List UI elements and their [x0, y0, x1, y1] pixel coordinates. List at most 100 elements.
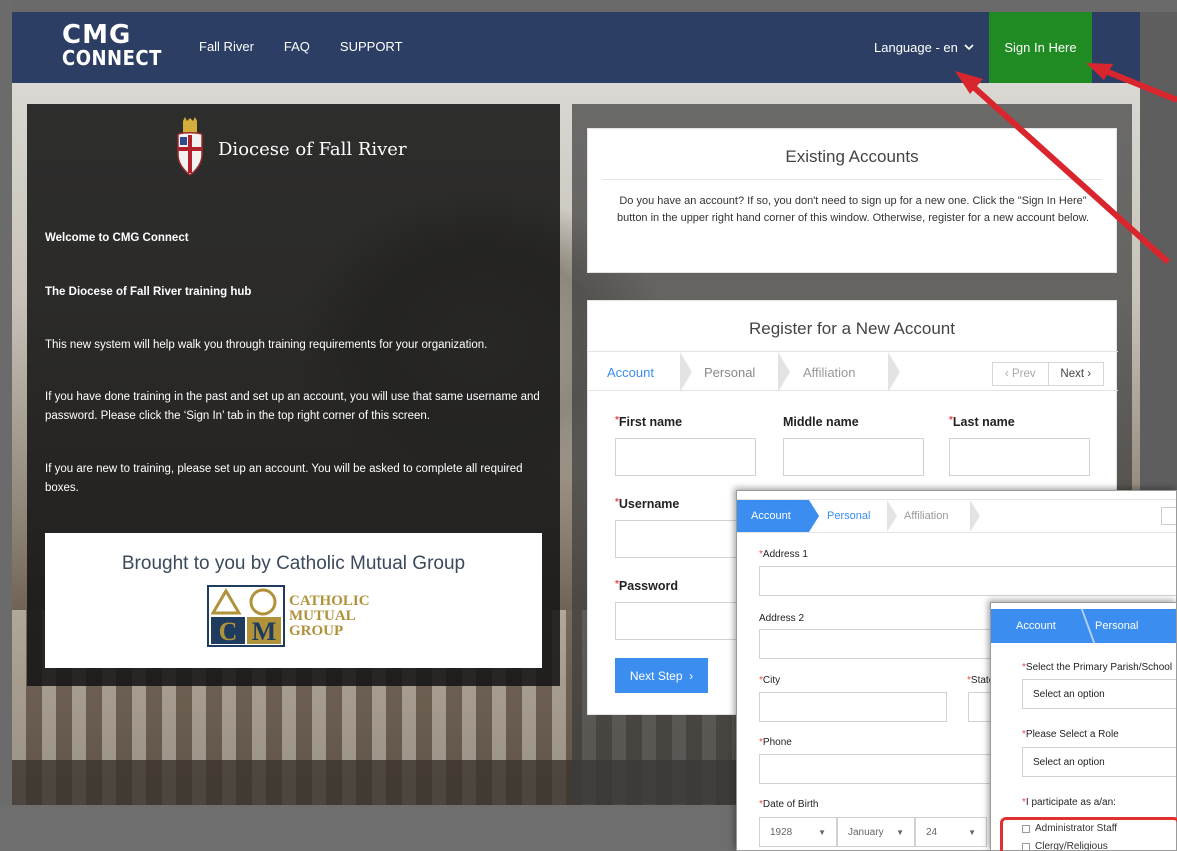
active-step-arrow — [809, 500, 819, 532]
step-account[interactable]: Account — [607, 352, 654, 392]
register-title: Register for a New Account — [749, 319, 955, 338]
nav-link-fall-river[interactable]: Fall River — [199, 39, 254, 54]
participate-label: *I participate as a/an: — [1022, 797, 1116, 808]
overlay2-step-personal[interactable]: Personal — [1095, 610, 1138, 642]
step-separator — [778, 352, 790, 392]
last-name-input[interactable] — [949, 438, 1090, 476]
top-navbar: CMG CONNECT Fall River FAQ SUPPORT Langu… — [12, 12, 1140, 83]
prev-next-pager: ‹ Prev Next › — [992, 362, 1104, 386]
sponsor-title: Brought to you by Catholic Mutual Group — [121, 553, 466, 574]
chevron-right-icon: › — [1084, 368, 1092, 380]
existing-accounts-title: Existing Accounts — [785, 147, 919, 166]
catholic-mutual-wordmark: CATHOLIC MUTUAL GROUP — [289, 592, 370, 639]
dob-year-value: 1928 — [770, 826, 793, 838]
diocese-name: Diocese of Fall River — [218, 138, 407, 160]
participate-text: I participate as a/an: — [1025, 797, 1116, 808]
first-name-text: First name — [618, 415, 683, 429]
language-dropdown[interactable]: Language - en — [874, 40, 974, 55]
address1-input[interactable] — [759, 566, 1176, 596]
prev-button[interactable]: ‹ Prev — [993, 363, 1048, 385]
dob-month-select[interactable]: January ▼ — [837, 817, 915, 847]
existing-accounts-text: Do you have an account? If so, you don't… — [616, 195, 1090, 224]
primary-parish-select[interactable]: Select an option — [1022, 679, 1176, 709]
affiliation-step-screenshot: Account Personal *Select the Primary Par… — [990, 602, 1177, 851]
welcome-heading: Welcome to CMG Connect — [45, 232, 189, 244]
welcome-panel: Diocese of Fall River Welcome to CMG Con… — [27, 104, 560, 686]
overlay2-wizard-steps: Account Personal — [991, 609, 1176, 643]
intro-paragraph: This new system will help walk you throu… — [45, 339, 488, 351]
primary-parish-label: *Select the Primary Parish/School — [1022, 662, 1172, 673]
catholic-mutual-emblem-icon: C M — [207, 585, 285, 647]
nav-link-faq[interactable]: FAQ — [284, 39, 310, 54]
dob-label: *Date of Birth — [759, 799, 819, 810]
last-name-label: *Last name — [949, 415, 1015, 429]
overlay-wizard-steps: Account Personal Affiliation — [737, 499, 1176, 533]
divider — [602, 179, 1102, 180]
existing-accounts-card: Existing Accounts Do you have an account… — [587, 128, 1117, 273]
phone-label: *Phone — [759, 737, 792, 748]
city-input[interactable] — [759, 692, 947, 722]
next-step-label: Next Step — [629, 668, 683, 683]
frame-top — [0, 0, 1177, 12]
overlay-step-personal[interactable]: Personal — [827, 500, 870, 532]
highlight-box — [1000, 817, 1177, 851]
cmg-connect-logo[interactable]: CMG CONNECT — [62, 22, 162, 68]
sign-in-button[interactable]: Sign In Here — [989, 12, 1092, 83]
logo-top-text: CMG — [62, 20, 132, 50]
overlay-step-affiliation[interactable]: Affiliation — [904, 500, 948, 532]
wordmark-line-3: GROUP — [289, 622, 344, 639]
chevron-left-icon: ‹ — [1004, 368, 1012, 380]
next-button[interactable]: Next › — [1047, 363, 1104, 385]
city-label: *City — [759, 675, 780, 686]
phone-text: Phone — [762, 737, 792, 748]
step-separator — [970, 500, 980, 532]
address1-text: Address 1 — [762, 549, 808, 560]
step-personal[interactable]: Personal — [704, 352, 755, 392]
chevron-down-icon — [964, 44, 974, 51]
diocese-crest-icon — [177, 117, 203, 176]
first-name-label: *First name — [615, 415, 682, 429]
wordmark-line-1: CATHOLIC — [289, 592, 370, 609]
training-hub-heading: The Diocese of Fall River training hub — [45, 286, 252, 298]
svg-text:C: C — [219, 617, 238, 646]
password-text: Password — [618, 579, 678, 593]
overlay-step-account[interactable]: Account — [751, 500, 791, 532]
first-name-input[interactable] — [615, 438, 756, 476]
chevron-right-icon: › — [682, 668, 694, 683]
step-separator — [1070, 609, 1096, 643]
wizard-steps: Account Personal Affiliation ‹ Prev Next… — [588, 351, 1118, 392]
city-text: City — [762, 675, 781, 686]
catholic-mutual-logo: C M CATHOLIC MUTUAL GROUP — [207, 585, 370, 647]
next-step-button[interactable]: Next Step › — [615, 658, 708, 693]
step-affiliation[interactable]: Affiliation — [803, 352, 856, 392]
overlay2-step-account[interactable]: Account — [1016, 610, 1056, 642]
role-text: Please Select a Role — [1025, 729, 1119, 740]
diocese-header: Diocese of Fall River — [172, 117, 407, 181]
nav-link-support[interactable]: SUPPORT — [340, 39, 403, 54]
frame-left — [0, 0, 12, 851]
dob-day-select[interactable]: 24 ▼ — [915, 817, 987, 847]
dob-year-select[interactable]: 1928 ▼ — [759, 817, 837, 847]
logo-bottom-text: CONNECT — [62, 46, 162, 70]
dob-month-value: January — [848, 826, 884, 838]
password-input[interactable] — [615, 602, 756, 640]
overlay-prev-button[interactable] — [1161, 507, 1176, 525]
new-users-paragraph: If you are new to training, please set u… — [45, 463, 523, 494]
username-label: *Username — [615, 497, 679, 511]
prev-label: Prev — [1011, 368, 1036, 380]
next-label: Next — [1060, 368, 1085, 380]
password-label: *Password — [615, 579, 678, 593]
caret-down-icon: ▼ — [818, 827, 826, 837]
caret-down-icon: ▼ — [968, 827, 976, 837]
role-select[interactable]: Select an option — [1022, 747, 1176, 777]
caret-down-icon: ▼ — [896, 827, 904, 837]
step-separator — [680, 352, 692, 392]
existing-users-paragraph: If you have done training in the past an… — [45, 391, 540, 422]
step-separator — [887, 500, 897, 532]
username-input[interactable] — [615, 520, 756, 558]
middle-name-input[interactable] — [783, 438, 924, 476]
svg-text:M: M — [252, 617, 277, 646]
step-separator — [888, 352, 900, 392]
phone-input[interactable] — [759, 754, 1019, 784]
language-label: Language - en — [874, 40, 958, 55]
